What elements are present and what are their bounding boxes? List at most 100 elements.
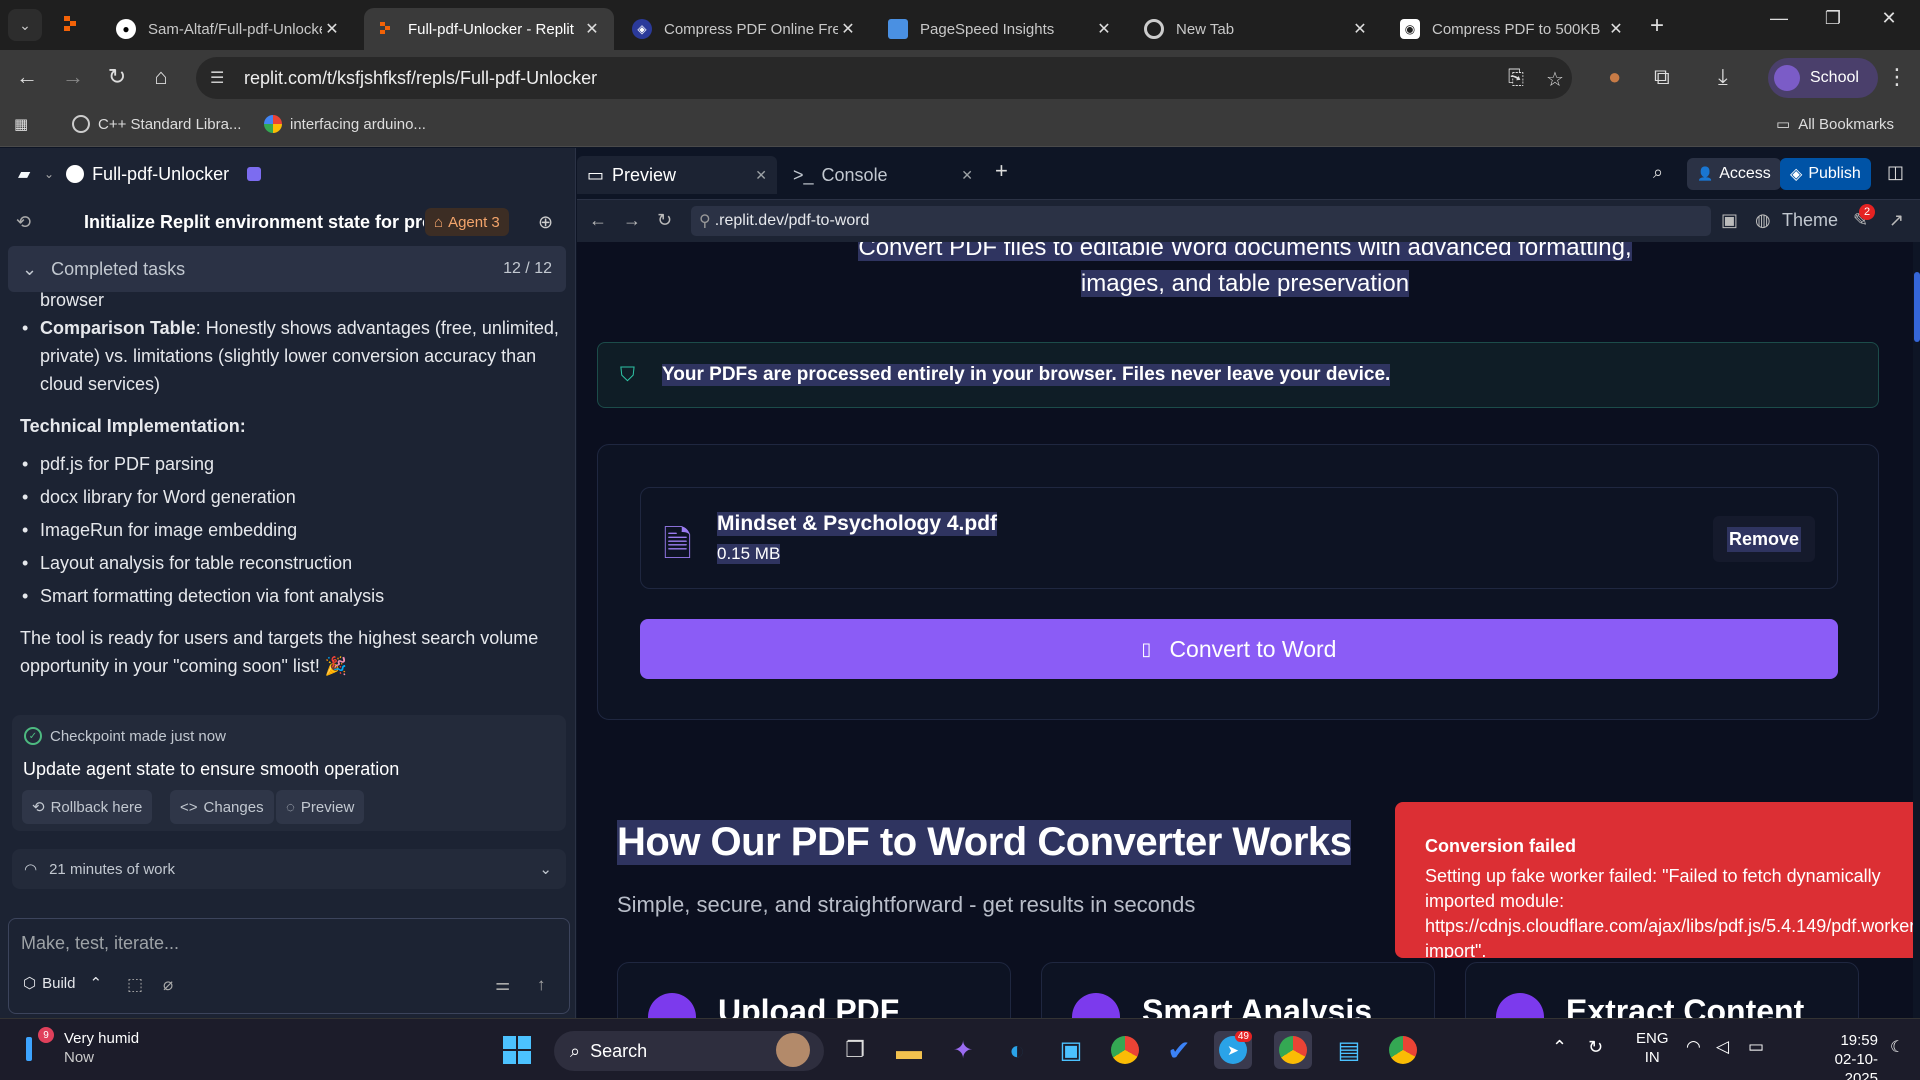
bookmark-star-icon[interactable]: ☆: [1546, 67, 1564, 92]
start-icon[interactable]: [498, 1031, 536, 1069]
tab-new-tab[interactable]: New Tab ✕: [1132, 8, 1382, 50]
convert-button[interactable]: ▯ Convert to Word: [640, 619, 1838, 679]
palette-icon[interactable]: ◍: [1755, 210, 1771, 231]
toggle-panel-icon[interactable]: ◫: [1887, 162, 1904, 183]
history-icon[interactable]: ⟲: [16, 212, 31, 233]
rollback-button[interactable]: ⟲ Rollback here: [22, 790, 153, 824]
site-info-icon[interactable]: ☰: [210, 68, 232, 88]
new-tab-button[interactable]: +: [1650, 12, 1664, 40]
composer-input[interactable]: Make, test, iterate...: [21, 933, 179, 954]
tab-replit[interactable]: Full-pdf-Unlocker - Replit ✕: [364, 8, 614, 50]
preview-scrollbar[interactable]: [1913, 242, 1920, 1018]
copilot-icon[interactable]: ✦: [944, 1031, 982, 1069]
close-icon[interactable]: ✕: [1094, 19, 1114, 39]
download-icon[interactable]: ⤓: [1718, 64, 1728, 90]
bookmark-arduino[interactable]: interfacing arduino...: [264, 115, 426, 133]
extensions-icon[interactable]: ⧉: [1654, 64, 1670, 90]
build-mode-button[interactable]: ⬡ Build ⌃: [23, 974, 102, 993]
close-icon[interactable]: ✕: [582, 19, 602, 39]
preview-checkpoint-button[interactable]: ◌ Preview: [276, 790, 365, 824]
project-name[interactable]: Full-pdf-Unlocker: [92, 164, 229, 185]
settings-sliders-icon[interactable]: ⚌: [495, 975, 510, 995]
close-icon[interactable]: ✕: [322, 19, 342, 39]
forward-icon[interactable]: →: [58, 64, 88, 90]
menu-icon[interactable]: ⋮: [1886, 64, 1908, 90]
tab-github[interactable]: ● Sam-Altaf/Full-pdf-Unlocker ✕: [104, 8, 354, 50]
chrome-profile-icon[interactable]: [1274, 1031, 1312, 1069]
open-external-icon[interactable]: ↗: [1889, 210, 1904, 231]
bookmark-cpp[interactable]: C++ Standard Libra...: [72, 115, 241, 133]
back-icon[interactable]: ←: [589, 210, 607, 231]
reload-icon[interactable]: ↻: [102, 64, 132, 90]
weather-widget[interactable]: 9 Very humid Now: [22, 1027, 139, 1067]
minimize-button[interactable]: —: [1756, 8, 1802, 29]
tab-search-button[interactable]: ⌄: [8, 9, 42, 41]
close-icon[interactable]: ✕: [1350, 19, 1370, 39]
close-icon[interactable]: ✕: [755, 167, 767, 184]
access-button[interactable]: 👤 Access: [1687, 158, 1781, 190]
cookie-extension-icon[interactable]: ●: [1608, 64, 1621, 90]
changes-button[interactable]: <> Changes: [170, 790, 274, 824]
restore-button[interactable]: ❐: [1810, 8, 1856, 29]
chrome-alt-icon[interactable]: [1384, 1031, 1422, 1069]
publish-button[interactable]: ◈ Publish: [1780, 158, 1871, 190]
scrollbar-thumb[interactable]: [1914, 272, 1920, 342]
install-app-icon[interactable]: ⎘: [1508, 67, 1524, 90]
battery-icon[interactable]: ▭: [1748, 1037, 1764, 1057]
edge-icon[interactable]: ◐: [998, 1031, 1036, 1069]
tab-compress-500kb[interactable]: ◉ Compress PDF to 500KB ✕: [1388, 8, 1638, 50]
chevron-down-icon[interactable]: ⌄: [44, 167, 54, 181]
close-icon[interactable]: ✕: [1606, 19, 1626, 39]
remove-file-button[interactable]: Remove: [1712, 516, 1815, 562]
error-toast[interactable]: Conversion failed Setting up fake worker…: [1395, 802, 1913, 958]
wifi-icon[interactable]: ◠: [1686, 1037, 1701, 1057]
back-icon[interactable]: ←: [12, 64, 42, 90]
new-chat-icon[interactable]: ⊕: [538, 212, 553, 233]
agent-badge[interactable]: ⌂ Agent 3: [425, 208, 509, 236]
select-element-icon[interactable]: ⬚: [127, 975, 143, 995]
theme-button[interactable]: Theme: [1782, 210, 1838, 231]
search-icon[interactable]: ⌕: [1653, 162, 1663, 183]
address-bar[interactable]: ☰ replit.com/t/ksfjshfksf/repls/Full-pdf…: [196, 57, 1572, 99]
language-indicator[interactable]: ENG IN: [1636, 1029, 1669, 1067]
store-icon[interactable]: ▣: [1052, 1031, 1090, 1069]
file-explorer-icon[interactable]: ▬: [890, 1031, 928, 1069]
task-view-icon[interactable]: ❐: [836, 1031, 874, 1069]
send-icon[interactable]: ↑: [537, 975, 546, 995]
telegram-icon[interactable]: ➤ 49: [1214, 1031, 1252, 1069]
tab-compress-pdf[interactable]: ◈ Compress PDF Online Free ✕: [620, 8, 870, 50]
home-icon[interactable]: ⌂: [146, 64, 176, 90]
all-bookmarks[interactable]: ▭ All Bookmarks: [1776, 115, 1894, 134]
notepad-icon[interactable]: ▤: [1330, 1031, 1368, 1069]
profile-chip[interactable]: School: [1768, 58, 1878, 98]
close-icon[interactable]: ✕: [961, 167, 973, 184]
apps-grid-icon[interactable]: ▦: [14, 115, 28, 133]
preview-url-bar[interactable]: ⚲ .replit.dev/pdf-to-word: [691, 206, 1711, 236]
volume-icon[interactable]: ◁: [1716, 1037, 1729, 1057]
attach-icon[interactable]: ⌀: [163, 975, 173, 995]
preview-url-text[interactable]: .replit.dev/pdf-to-word: [715, 212, 870, 230]
replit-logo-icon[interactable]: ▰: [18, 164, 40, 184]
sync-icon[interactable]: ↻: [1588, 1037, 1603, 1058]
clock[interactable]: 19:59 02-10-2025: [1818, 1031, 1878, 1080]
close-icon[interactable]: ✕: [838, 19, 858, 39]
tab-console[interactable]: >_ Console ✕: [783, 156, 983, 194]
todo-icon[interactable]: ✔: [1160, 1031, 1198, 1069]
preview-panel: ▭ Preview ✕ >_ Console ✕ + ⌕ 👤 Access ◈ …: [577, 148, 1920, 1018]
taskbar-search[interactable]: ⌕ Search: [554, 1031, 824, 1071]
tab-preview[interactable]: ▭ Preview ✕: [577, 156, 777, 194]
step-icon: [1496, 993, 1544, 1018]
close-window-button[interactable]: ✕: [1866, 8, 1912, 29]
message-composer[interactable]: Make, test, iterate... ⬡ Build ⌃ ⬚ ⌀ ⚌ ↑: [8, 918, 570, 1014]
reload-icon[interactable]: ↻: [657, 210, 672, 231]
forward-icon[interactable]: →: [623, 210, 641, 231]
chrome-icon[interactable]: [1106, 1031, 1144, 1069]
pinned-tab-replit[interactable]: [58, 12, 82, 36]
notifications-icon[interactable]: ☾: [1890, 1037, 1904, 1057]
tab-pagespeed[interactable]: PageSpeed Insights ✕: [876, 8, 1126, 50]
add-tab-icon[interactable]: +: [995, 158, 1008, 184]
work-time-bar[interactable]: ◠ 21 minutes of work ⌄: [12, 849, 566, 889]
devices-icon[interactable]: ▣: [1721, 210, 1738, 231]
url-text[interactable]: replit.com/t/ksfjshfksf/repls/Full-pdf-U…: [244, 68, 597, 89]
tray-chevron-icon[interactable]: ⌃: [1552, 1037, 1567, 1058]
